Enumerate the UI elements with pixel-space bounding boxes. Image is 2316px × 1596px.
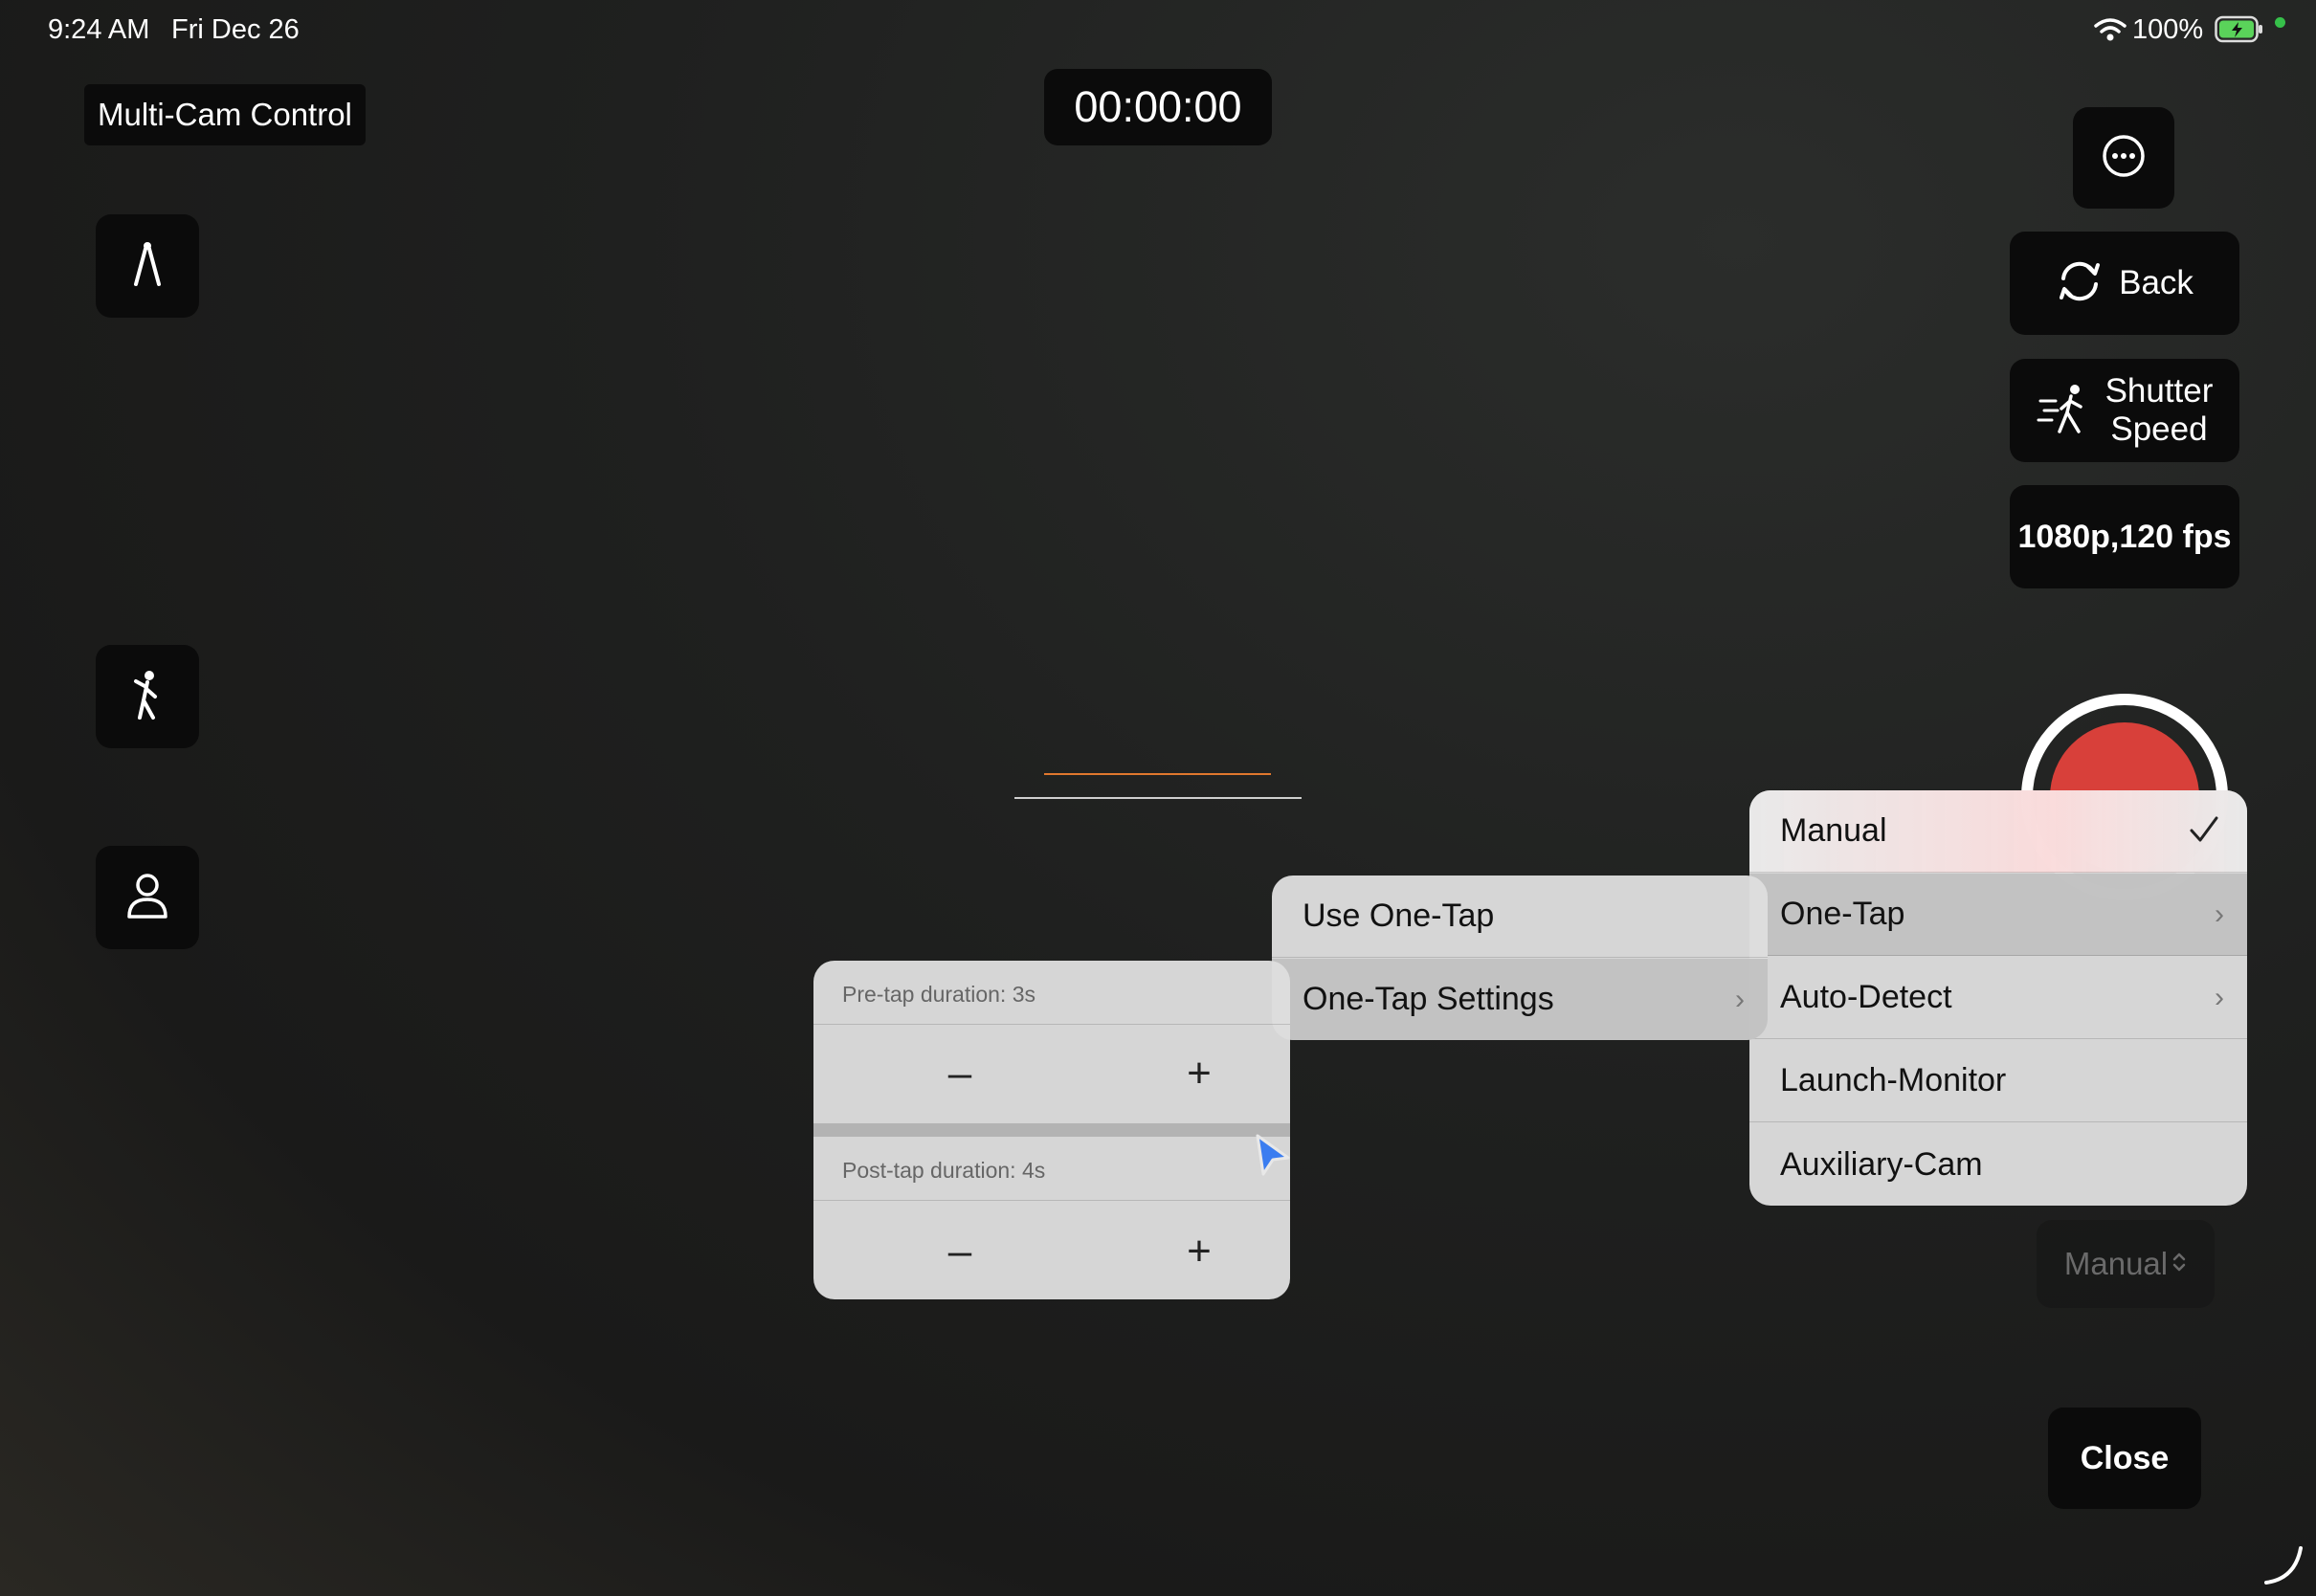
mode-selector-label: Manual <box>2063 1246 2169 1281</box>
shutter-label-line1: Shutter <box>2104 372 2214 410</box>
battery-icon <box>2215 15 2264 49</box>
plus-icon: + <box>1187 1050 1212 1097</box>
minus-icon: – <box>947 1050 972 1097</box>
mode-menu: Manual One-Tap › Auto-Detect › Launch-Mo… <box>1749 790 2247 1206</box>
close-label: Close <box>2080 1439 2170 1476</box>
camera-screen: { "status_bar": { "time": "9:24 AM", "da… <box>0 0 2316 1596</box>
recording-timer: 00:00:00 <box>1044 69 1272 145</box>
section-separator <box>813 1123 1290 1137</box>
golfer-icon <box>130 668 165 726</box>
checkmark-icon <box>2188 813 2220 854</box>
pre-tap-decrement-button[interactable]: – <box>931 1045 989 1102</box>
resize-handle[interactable] <box>2260 1541 2306 1591</box>
menu-item-one-tap-settings[interactable]: One-Tap Settings › <box>1272 959 1768 1040</box>
menu-item-label: One-Tap <box>1780 896 1905 932</box>
minus-icon: – <box>947 1228 972 1275</box>
menu-item-label: Launch-Monitor <box>1780 1062 2007 1098</box>
divider <box>813 1200 1290 1201</box>
switch-camera-button[interactable]: Back <box>2010 232 2239 335</box>
menu-item-label: Auto-Detect <box>1780 979 1952 1015</box>
plus-icon: + <box>1187 1228 1212 1275</box>
chevron-right-icon: › <box>2215 981 2224 1013</box>
menu-item-one-tap[interactable]: One-Tap › <box>1749 874 2247 956</box>
menu-item-launch-monitor[interactable]: Launch-Monitor <box>1749 1040 2247 1122</box>
pre-tap-duration-label: Pre-tap duration: 3s <box>842 982 1036 1007</box>
battery-percent: 100% <box>2132 14 2204 45</box>
menu-item-manual[interactable]: Manual <box>1749 790 2247 873</box>
running-figure-icon <box>2037 382 2092 440</box>
chevron-updown-icon <box>2171 1246 2187 1282</box>
person-icon <box>126 873 168 923</box>
person-button[interactable] <box>96 846 199 949</box>
post-tap-label: Post-tap duration: 4s <box>842 1158 1045 1184</box>
format-label: 1080p,120 fps <box>2017 518 2232 555</box>
menu-item-label: One-Tap Settings <box>1303 981 1554 1017</box>
post-tap-decrement-button[interactable]: – <box>931 1223 989 1280</box>
menu-item-auxiliary-cam[interactable]: Auxiliary-Cam <box>1749 1123 2247 1206</box>
status-time: 9:24 AM <box>48 14 150 45</box>
shutter-label-line2: Speed <box>2110 410 2208 448</box>
back-label: Back <box>2119 264 2194 301</box>
status-date: Fri Dec 26 <box>171 14 300 45</box>
menu-item-label: Use One-Tap <box>1303 898 1495 934</box>
horizon-guide-line <box>1014 797 1302 799</box>
post-tap-duration-label: Post-tap duration: 4s <box>842 1158 1046 1183</box>
divider <box>813 1024 1290 1025</box>
wifi-icon <box>2094 17 2127 47</box>
app-title: Multi-Cam Control <box>84 84 366 145</box>
golfer-button[interactable] <box>96 645 199 748</box>
close-button[interactable]: Close <box>2048 1408 2201 1509</box>
chevron-right-icon: › <box>2215 898 2224 930</box>
pre-tap-label: Pre-tap duration: 3s <box>842 982 1036 1008</box>
menu-item-use-one-tap[interactable]: Use One-Tap <box>1272 876 1768 958</box>
ellipsis-circle-icon <box>2102 134 2146 183</box>
compass-icon <box>130 240 165 293</box>
pointer-cursor-icon <box>1254 1133 1292 1182</box>
more-options-button[interactable] <box>2073 107 2174 209</box>
post-tap-increment-button[interactable]: + <box>1170 1223 1228 1280</box>
shutter-speed-button[interactable]: Shutter Speed <box>2010 359 2239 462</box>
one-tap-menu: Use One-Tap One-Tap Settings › <box>1272 876 1768 1040</box>
rotate-camera-icon <box>2056 259 2104 308</box>
pre-tap-increment-button[interactable]: + <box>1170 1045 1228 1102</box>
format-button[interactable]: 1080p,120 fps <box>2010 485 2239 588</box>
level-indicator-line <box>1044 773 1271 775</box>
menu-item-auto-detect[interactable]: Auto-Detect › <box>1749 957 2247 1039</box>
mode-selector[interactable]: Manual <box>2037 1220 2215 1308</box>
compass-button[interactable] <box>96 214 199 318</box>
menu-item-label: Manual <box>1780 812 1887 849</box>
chevron-right-icon: › <box>1735 983 1745 1015</box>
camera-indicator-dot <box>2275 17 2285 28</box>
one-tap-settings-panel: Pre-tap duration: 3s – + Post-tap durati… <box>813 961 1290 1299</box>
menu-item-label: Auxiliary-Cam <box>1780 1145 1983 1183</box>
